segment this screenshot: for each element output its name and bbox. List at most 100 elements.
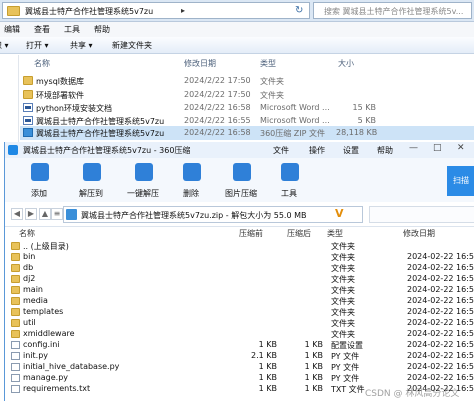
chevron-right-icon[interactable]: ▸ xyxy=(181,6,185,15)
add-button[interactable]: 添加 xyxy=(13,161,65,201)
column-name[interactable]: 名称 xyxy=(19,228,35,239)
archive-item-date: 2024-02-22 16:56 xyxy=(407,351,474,360)
column-compressed[interactable]: 压缩前 xyxy=(239,228,263,239)
archive-item-type: TXT 文件 xyxy=(331,385,365,394)
archive-item-original: 1 KB xyxy=(304,340,323,349)
back-icon[interactable]: ◀ xyxy=(11,208,23,220)
menu-edit[interactable]: 编辑 xyxy=(4,24,20,35)
menu-view[interactable]: 查看 xyxy=(34,24,50,35)
archive-row[interactable]: dj2 文件夹 2024-02-22 16:56 xyxy=(5,274,474,285)
menu-file[interactable]: 文件 xyxy=(273,145,289,156)
file-date: 2024/2/22 16:55 xyxy=(184,116,251,125)
archive-item-date: 2024-02-22 16:56 xyxy=(407,252,474,261)
open-button[interactable]: 打开 ▾ xyxy=(26,40,49,51)
folder-icon xyxy=(11,308,20,316)
column-name[interactable]: 名称 xyxy=(34,58,50,69)
scan-button[interactable]: 扫描 xyxy=(447,166,474,196)
menu-operation[interactable]: 操作 xyxy=(309,145,325,156)
archive-row[interactable]: db 文件夹 2024-02-22 16:56 xyxy=(5,263,474,274)
menu-help[interactable]: 帮助 xyxy=(94,24,110,35)
archive-row[interactable]: main 文件夹 2024-02-22 16:56 xyxy=(5,285,474,296)
new-folder-button[interactable]: 新建文件夹 xyxy=(112,40,152,51)
list-icon[interactable]: ≡ xyxy=(51,208,63,220)
up-icon[interactable]: ▲ xyxy=(39,208,51,220)
archive-path-field[interactable]: 翼城县士特产合作社管理系统5v7zu.zip - 解包大小为 55.0 MB xyxy=(63,206,363,223)
column-type[interactable]: 类型 xyxy=(260,58,276,69)
file-row[interactable]: python环境安装文档 2024/2/22 16:58 Microsoft W… xyxy=(20,101,474,115)
search-input[interactable]: 搜索 翼城县土特产合作社管理系统5v... xyxy=(313,2,472,19)
one-click-extract-button[interactable]: 一键解压 xyxy=(117,161,169,201)
menu-help[interactable]: 帮助 xyxy=(377,145,393,156)
folder-icon xyxy=(11,330,20,338)
file-date: 2024/2/22 16:58 xyxy=(184,128,251,137)
column-date[interactable]: 修改日期 xyxy=(184,58,216,69)
archive-item-name: main xyxy=(23,285,43,294)
archive-row[interactable]: media 文件夹 2024-02-22 16:56 xyxy=(5,296,474,307)
archive-row[interactable]: initial_hive_database.py 1 KB 1 KB PY 文件 202… xyxy=(5,362,474,373)
column-original[interactable]: 压缩后 xyxy=(287,228,311,239)
archive-item-compressed: 2.1 KB xyxy=(251,351,277,360)
archive-item-date: 2024-02-22 16:56 xyxy=(407,318,474,327)
column-size[interactable]: 大小 xyxy=(338,58,354,69)
file-type: 文件夹 xyxy=(260,91,284,100)
folder-icon xyxy=(7,6,20,16)
word-doc-icon xyxy=(23,103,33,112)
file-row[interactable]: mysql数据库 2024/2/22 17:50 文件夹 xyxy=(20,74,474,88)
watermark: CSDN @ 林风高分论文 xyxy=(365,389,460,399)
tools-icon xyxy=(281,163,299,181)
archive-row[interactable]: xmiddleware 文件夹 2024-02-22 16:56 xyxy=(5,329,474,340)
file-name: python环境安装文档 xyxy=(36,104,112,113)
file-size: 28,118 KB xyxy=(336,128,378,137)
archive-item-type: 文件夹 xyxy=(331,297,355,306)
archive-search-input[interactable] xyxy=(369,206,474,223)
archive-item-type: 文件夹 xyxy=(331,242,355,251)
archive-item-name: media xyxy=(23,296,48,305)
folder-icon xyxy=(11,286,20,294)
file-type: 文件夹 xyxy=(260,77,284,86)
organize-button[interactable]: 组织 ▾ xyxy=(0,40,9,51)
folder-icon xyxy=(23,76,33,85)
file-row[interactable]: 环境部署软件 2024/2/22 17:50 文件夹 xyxy=(20,88,474,102)
archive-item-date: 2024-02-22 16:56 xyxy=(407,263,474,272)
file-date: 2024/2/22 16:58 xyxy=(184,103,251,112)
archive-item-type: 文件夹 xyxy=(331,264,355,273)
extract-label: 解压到 xyxy=(79,189,103,198)
tools-button[interactable]: 工具 xyxy=(263,161,315,201)
archive-row[interactable]: .. (上级目录) 文件夹 xyxy=(5,241,474,252)
folder-icon xyxy=(11,319,20,327)
archive-row[interactable]: templates 文件夹 2024-02-22 16:56 xyxy=(5,307,474,318)
minimize-icon[interactable]: — xyxy=(409,143,418,153)
address-path: 翼城县士特产合作社管理系统5v7zu xyxy=(25,7,154,16)
v-dropdown-icon[interactable]: V xyxy=(335,207,349,221)
file-date: 2024/2/22 17:50 xyxy=(184,76,251,85)
extract-to-button[interactable]: 解压到 xyxy=(65,161,117,201)
archive-item-name: initial_hive_database.py xyxy=(23,362,120,371)
archive-row[interactable]: bin 文件夹 2024-02-22 16:56 xyxy=(5,252,474,263)
column-date[interactable]: 修改日期 xyxy=(403,228,435,239)
menu-tools[interactable]: 工具 xyxy=(64,24,80,35)
zip-nav-bar: ◀ ▶ ▲ ≡ 翼城县士特产合作社管理系统5v7zu.zip - 解包大小为 5… xyxy=(5,203,474,227)
archive-row[interactable]: util 文件夹 2024-02-22 16:56 xyxy=(5,318,474,329)
delete-button[interactable]: 删除 xyxy=(165,161,217,201)
file-name: 环境部署软件 xyxy=(36,91,84,100)
maximize-icon[interactable]: □ xyxy=(433,143,442,153)
file-date: 2024/2/22 17:50 xyxy=(184,90,251,99)
image-compress-button[interactable]: 图片压缩 xyxy=(215,161,267,201)
share-button[interactable]: 共享 ▾ xyxy=(70,40,93,51)
address-field[interactable]: 翼城县士特产合作社管理系统5v7zu ▸ ↻ xyxy=(2,2,310,19)
menu-settings[interactable]: 设置 xyxy=(343,145,359,156)
archive-row[interactable]: init.py 2.1 KB 1 KB PY 文件 2024-02-22 16:56 xyxy=(5,351,474,362)
archive-item-name: .. (上级目录) xyxy=(23,242,69,251)
navigation-pane xyxy=(0,55,19,143)
explorer-address-bar: 翼城县士特产合作社管理系统5v7zu ▸ ↻ 搜索 翼城县土特产合作社管理系统5… xyxy=(0,0,474,22)
column-type[interactable]: 类型 xyxy=(327,228,343,239)
file-row-selected[interactable]: 翼城县士特产合作社管理系统5v7zu 2024/2/22 16:58 360压缩… xyxy=(20,126,474,140)
archive-row[interactable]: config.ini 1 KB 1 KB 配置设置 2024-02-22 16:56 xyxy=(5,340,474,351)
forward-icon[interactable]: ▶ xyxy=(25,208,37,220)
archive-row[interactable]: manage.py 1 KB 1 KB PY 文件 2024-02-22 16:56 xyxy=(5,373,474,384)
archive-item-type: 文件夹 xyxy=(331,308,355,317)
archive-item-type: 文件夹 xyxy=(331,330,355,339)
refresh-icon[interactable]: ↻ xyxy=(295,5,303,16)
close-icon[interactable]: ✕ xyxy=(457,143,465,153)
zip-icon xyxy=(23,128,33,137)
